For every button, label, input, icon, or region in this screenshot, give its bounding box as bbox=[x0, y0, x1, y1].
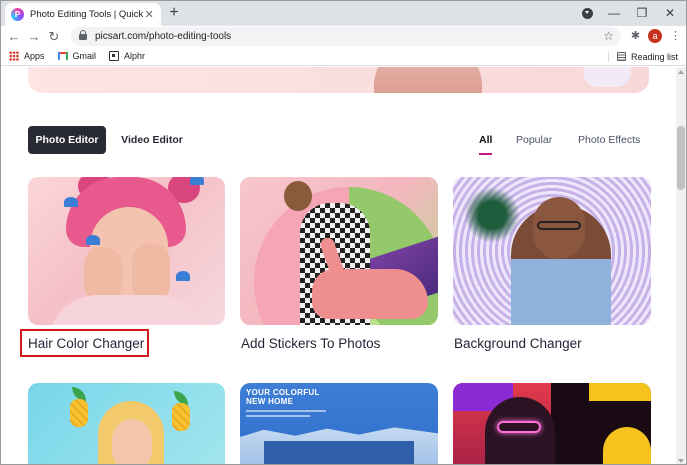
alphr-icon bbox=[109, 51, 120, 61]
tab-strip: P Photo Editing Tools | Quick & Eas ✕ + … bbox=[1, 1, 686, 26]
lock-icon[interactable] bbox=[79, 29, 87, 41]
scroll-thumb[interactable] bbox=[677, 126, 685, 190]
add-stickers-image[interactable] bbox=[240, 177, 438, 325]
gmail-icon bbox=[57, 52, 68, 60]
butterfly-icon bbox=[86, 235, 100, 245]
reading-list-button[interactable]: Reading list bbox=[607, 51, 678, 62]
hair-color-changer-image[interactable] bbox=[28, 177, 225, 325]
back-button[interactable]: ← bbox=[5, 28, 23, 45]
profile-avatar[interactable]: a bbox=[648, 29, 662, 43]
minimize-button[interactable]: — bbox=[603, 3, 625, 23]
page-scrollbar[interactable] bbox=[676, 67, 686, 464]
browser-window: P Photo Editing Tools | Quick & Eas ✕ + … bbox=[0, 0, 687, 465]
room-shape bbox=[264, 441, 414, 464]
bookmark-label: Apps bbox=[24, 51, 45, 61]
reading-list-label: Reading list bbox=[630, 51, 678, 62]
url-text[interactable]: picsart.com/photo-editing-tools bbox=[95, 31, 231, 42]
filter-all[interactable]: All bbox=[479, 134, 492, 146]
pineapple-shape bbox=[172, 403, 190, 431]
tab-title: Photo Editing Tools | Quick & Eas bbox=[30, 9, 144, 20]
filter-popular[interactable]: Popular bbox=[516, 134, 552, 146]
scroll-up-arrow-icon[interactable] bbox=[678, 70, 684, 74]
maximize-button[interactable]: ❐ bbox=[631, 3, 653, 23]
new-tab-button[interactable]: + bbox=[165, 4, 183, 22]
bookmark-label: Gmail bbox=[72, 51, 97, 61]
filter-photo-effects[interactable]: Photo Effects bbox=[578, 134, 640, 146]
butterfly-icon bbox=[176, 271, 190, 281]
hand-shape bbox=[132, 243, 170, 303]
bookmark-alphr[interactable]: Alphr bbox=[109, 51, 145, 61]
text-line-shape bbox=[246, 410, 326, 412]
menu-kebab-icon[interactable]: ⋮ bbox=[667, 28, 684, 45]
glasses-shape bbox=[537, 221, 581, 230]
tab-search-icon[interactable] bbox=[582, 8, 593, 19]
neon-glasses-shape bbox=[497, 421, 541, 433]
colorful-home-image[interactable]: YOUR COLORFUL NEW HOME bbox=[240, 383, 438, 464]
bookmark-apps[interactable]: Apps bbox=[9, 51, 45, 61]
neon-glasses-image[interactable] bbox=[453, 383, 651, 464]
hero-blob-shape bbox=[583, 67, 631, 87]
hero-banner-image bbox=[28, 67, 649, 93]
text-line-shape bbox=[246, 415, 310, 417]
face-shape bbox=[112, 419, 152, 464]
scroll-down-arrow-icon[interactable] bbox=[678, 459, 684, 463]
reading-list-icon bbox=[616, 52, 626, 61]
video-editor-tab[interactable]: Video Editor bbox=[114, 126, 190, 154]
puzzle-icon[interactable]: ✱ bbox=[627, 28, 644, 45]
head-shape bbox=[284, 181, 312, 211]
tool-title-add-stickers[interactable]: Add Stickers To Photos bbox=[241, 336, 380, 351]
bookmark-star-icon[interactable]: ☆ bbox=[603, 29, 614, 43]
reload-button[interactable]: ↻ bbox=[45, 28, 63, 45]
flamingo-shape bbox=[312, 269, 428, 319]
card-headline: YOUR COLORFUL NEW HOME bbox=[246, 388, 320, 406]
browser-tab[interactable]: P Photo Editing Tools | Quick & Eas ✕ bbox=[5, 3, 161, 26]
pineapple-shape bbox=[70, 399, 88, 427]
background-changer-image[interactable] bbox=[453, 177, 651, 325]
shoulder-shape bbox=[48, 295, 208, 325]
highlight-box bbox=[20, 329, 149, 357]
apps-grid-icon bbox=[9, 51, 19, 61]
hero-person-shape bbox=[374, 67, 482, 93]
bookmark-gmail[interactable]: Gmail bbox=[57, 51, 97, 61]
bookmark-label: Alphr bbox=[124, 51, 146, 61]
bookmarks-bar: Apps Gmail Alphr Reading list bbox=[1, 47, 686, 66]
butterfly-icon bbox=[190, 177, 204, 185]
tool-title-background-changer[interactable]: Background Changer bbox=[454, 336, 582, 351]
fruit-stickers-image[interactable] bbox=[28, 383, 225, 464]
picsart-favicon-icon: P bbox=[11, 8, 24, 21]
butterfly-icon bbox=[64, 197, 78, 207]
close-tab-icon[interactable]: ✕ bbox=[143, 8, 155, 21]
close-window-button[interactable]: ✕ bbox=[659, 3, 681, 23]
address-bar[interactable]: picsart.com/photo-editing-tools ☆ bbox=[71, 27, 621, 46]
page-content: Photo Editor Video Editor All Popular Ph… bbox=[1, 67, 677, 464]
photo-editor-tab[interactable]: Photo Editor bbox=[28, 126, 106, 154]
yellow-block-shape bbox=[589, 383, 651, 401]
browser-toolbar: ← → ↻ picsart.com/photo-editing-tools ☆ … bbox=[1, 26, 686, 47]
forward-button[interactable]: → bbox=[25, 28, 43, 45]
active-filter-underline bbox=[479, 153, 492, 155]
person-shape bbox=[603, 427, 651, 464]
